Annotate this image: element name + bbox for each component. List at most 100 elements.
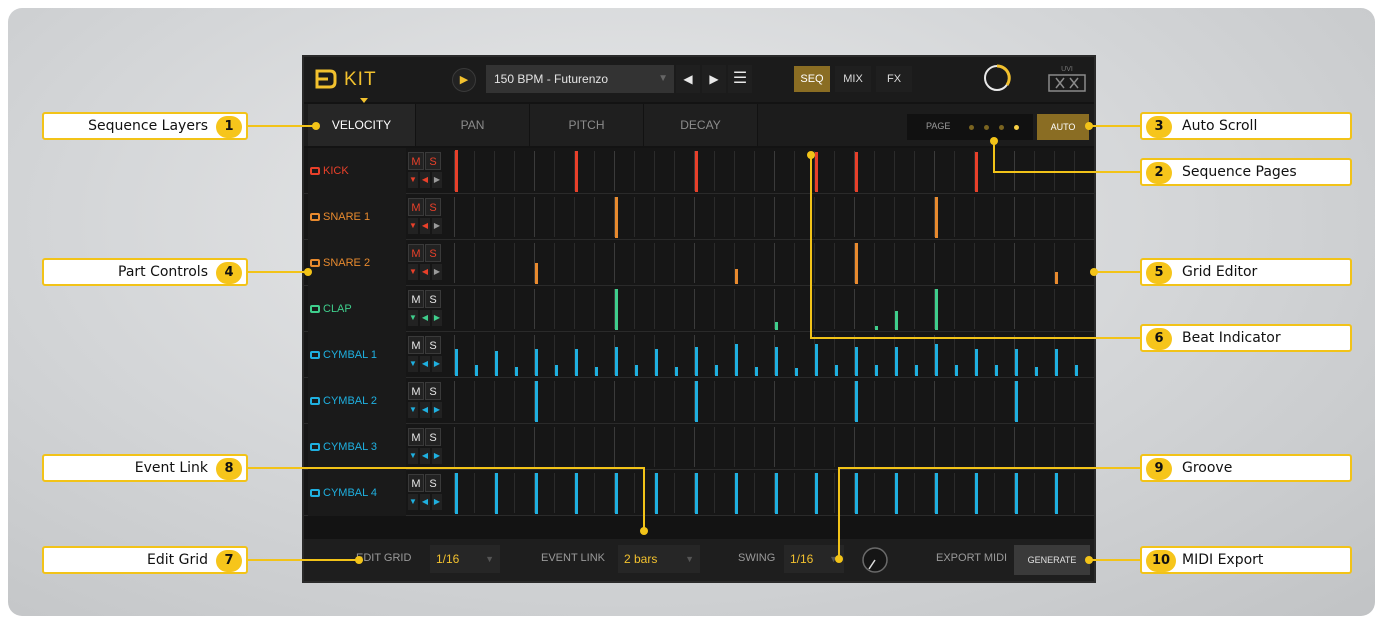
grid-step[interactable] — [994, 381, 995, 421]
track-name-button[interactable]: CLAP — [308, 286, 406, 332]
grid-step[interactable] — [794, 151, 795, 191]
velocity-bar[interactable] — [455, 349, 458, 376]
grid-step[interactable] — [534, 197, 535, 237]
grid-step[interactable] — [874, 243, 875, 283]
step-grid[interactable] — [454, 424, 1094, 470]
shift-left-icon[interactable]: ◀ — [420, 264, 430, 280]
grid-step[interactable] — [794, 473, 795, 513]
shift-right-icon[interactable]: ▶ — [432, 310, 442, 326]
grid-step[interactable] — [514, 289, 515, 329]
velocity-bar[interactable] — [855, 243, 858, 284]
grid-step[interactable] — [834, 473, 835, 513]
grid-step[interactable] — [974, 381, 975, 421]
grid-step[interactable] — [654, 381, 655, 421]
grid-step[interactable] — [1074, 243, 1075, 283]
grid-step[interactable] — [954, 473, 955, 513]
velocity-bar[interactable] — [875, 365, 878, 376]
mute-button[interactable]: M — [408, 198, 424, 216]
grid-step[interactable] — [734, 427, 735, 467]
grid-step[interactable] — [974, 289, 975, 329]
grid-step[interactable] — [814, 197, 815, 237]
step-grid[interactable] — [454, 470, 1094, 516]
grid-step[interactable] — [614, 427, 615, 467]
grid-step[interactable] — [494, 243, 495, 283]
grid-step[interactable] — [1034, 473, 1035, 513]
grid-step[interactable] — [814, 243, 815, 283]
grid-step[interactable] — [514, 243, 515, 283]
velocity-bar[interactable] — [535, 263, 538, 284]
swing-amount-knob[interactable] — [860, 545, 890, 575]
grid-step[interactable] — [874, 151, 875, 191]
velocity-bar[interactable] — [975, 152, 978, 192]
part-menu-icon[interactable]: ▼ — [408, 448, 418, 464]
mute-button[interactable]: M — [408, 290, 424, 308]
velocity-bar[interactable] — [955, 365, 958, 376]
grid-step[interactable] — [494, 427, 495, 467]
grid-step[interactable] — [594, 151, 595, 191]
grid-step[interactable] — [674, 289, 675, 329]
grid-step[interactable] — [474, 289, 475, 329]
grid-step[interactable] — [594, 427, 595, 467]
grid-step[interactable] — [574, 197, 575, 237]
grid-step[interactable] — [454, 289, 455, 329]
grid-step[interactable] — [1074, 289, 1075, 329]
velocity-bar[interactable] — [855, 347, 858, 376]
velocity-bar[interactable] — [895, 473, 898, 514]
grid-step[interactable] — [974, 197, 975, 237]
grid-step[interactable] — [1054, 289, 1055, 329]
velocity-bar[interactable] — [695, 347, 698, 376]
grid-step[interactable] — [634, 151, 635, 191]
mute-button[interactable]: M — [408, 152, 424, 170]
velocity-bar[interactable] — [495, 351, 498, 376]
velocity-bar[interactable] — [575, 151, 578, 192]
grid-step[interactable] — [1074, 197, 1075, 237]
velocity-bar[interactable] — [1055, 272, 1058, 284]
solo-button[interactable]: S — [425, 152, 441, 170]
page-dot-1[interactable] — [969, 125, 974, 130]
grid-step[interactable] — [934, 151, 935, 191]
velocity-bar[interactable] — [815, 344, 818, 376]
grid-step[interactable] — [874, 289, 875, 329]
grid-step[interactable] — [914, 473, 915, 513]
grid-step[interactable] — [734, 381, 735, 421]
velocity-bar[interactable] — [615, 347, 618, 376]
solo-button[interactable]: S — [425, 198, 441, 216]
shift-right-icon[interactable]: ▶ — [432, 356, 442, 372]
grid-step[interactable] — [1074, 427, 1075, 467]
grid-step[interactable] — [594, 473, 595, 513]
grid-step[interactable] — [974, 243, 975, 283]
velocity-bar[interactable] — [1055, 349, 1058, 376]
velocity-bar[interactable] — [875, 326, 878, 330]
grid-step[interactable] — [714, 289, 715, 329]
grid-step[interactable] — [794, 197, 795, 237]
velocity-bar[interactable] — [695, 151, 698, 192]
solo-button[interactable]: S — [425, 474, 441, 492]
grid-step[interactable] — [914, 151, 915, 191]
grid-step[interactable] — [954, 243, 955, 283]
grid-step[interactable] — [474, 473, 475, 513]
grid-step[interactable] — [674, 473, 675, 513]
velocity-bar[interactable] — [595, 367, 598, 376]
fx-mode-button[interactable]: FX — [876, 66, 912, 92]
shift-right-icon[interactable]: ▶ — [432, 448, 442, 464]
page-dot-3[interactable] — [999, 125, 1004, 130]
grid-step[interactable] — [514, 197, 515, 237]
track-name-button[interactable]: SNARE 2 — [308, 240, 406, 286]
velocity-bar[interactable] — [935, 473, 938, 514]
velocity-bar[interactable] — [535, 349, 538, 376]
shift-left-icon[interactable]: ◀ — [420, 402, 430, 418]
grid-step[interactable] — [1034, 427, 1035, 467]
grid-step[interactable] — [634, 427, 635, 467]
grid-step[interactable] — [754, 243, 755, 283]
velocity-bar[interactable] — [915, 365, 918, 376]
grid-step[interactable] — [734, 197, 735, 237]
grid-step[interactable] — [754, 427, 755, 467]
grid-step[interactable] — [714, 427, 715, 467]
grid-step[interactable] — [534, 289, 535, 329]
grid-step[interactable] — [874, 381, 875, 421]
grid-step[interactable] — [1034, 197, 1035, 237]
grid-step[interactable] — [1054, 197, 1055, 237]
grid-step[interactable] — [554, 243, 555, 283]
grid-step[interactable] — [634, 381, 635, 421]
grid-step[interactable] — [634, 243, 635, 283]
